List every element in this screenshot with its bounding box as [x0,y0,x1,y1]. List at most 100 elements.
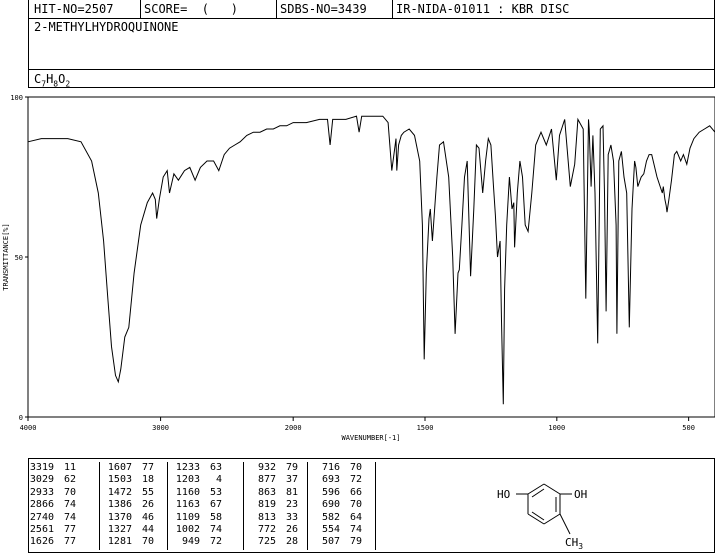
peak-row: 813 33 [250,512,298,524]
x-axis: 4000 3000 2000 1500 1000 500 [20,417,695,432]
peak-transmittance: 72 [209,536,222,548]
peak-row: 1607 77 [106,462,154,474]
peak-row: 1163 67 [174,499,222,511]
peak-transmittance: 26 [141,499,154,511]
peak-transmittance: 74 [349,523,362,535]
peak-wavenumber: 1109 [175,511,200,523]
peak-row: 1327 44 [106,524,154,536]
ring-bond [543,483,561,495]
methyl-subscript: 3 [578,542,583,551]
peak-row: 582 64 [314,512,362,524]
peak-column-divider [307,462,308,550]
ring-bond [527,483,545,495]
peak-transmittance: 70 [349,462,362,473]
peak-row: 3029 62 [28,474,76,486]
peak-row: 3319 11 [28,462,76,474]
peak-wavenumber: 932 [257,462,276,473]
peak-row: 772 26 [250,524,298,536]
peak-table: 3319 11 3029 62 2933 70 2866 74 2740 74 2561 77 1626… [28,462,456,552]
peak-wavenumber: 3029 [29,474,54,486]
y-tick-label: 100 [10,94,23,102]
peak-row: 1626 77 [28,536,76,548]
peak-wavenumber: 1002 [175,523,200,535]
peak-wavenumber: 2740 [29,511,54,523]
peak-column: 716 70 693 72 596 66 690 70 582 64 554 74 507 79 [314,462,362,549]
peak-wavenumber: 716 [321,462,340,473]
peak-wavenumber: 1281 [107,536,132,548]
peak-wavenumber: 596 [321,486,340,498]
peak-wavenumber: 1503 [107,474,132,486]
peak-transmittance: 70 [63,486,76,498]
peak-column-divider [243,462,244,550]
peak-wavenumber: 1472 [107,486,132,498]
hydroxyl-right-label: OH [574,488,587,501]
peak-row: 1386 26 [106,499,154,511]
peak-row: 1109 58 [174,512,222,524]
peak-wavenumber: 507 [321,536,340,548]
peak-wavenumber: 2561 [29,523,54,535]
peak-transmittance: 37 [285,474,298,486]
peak-transmittance: 63 [209,462,222,473]
peak-row: 1160 53 [174,487,222,499]
peak-row: 693 72 [314,474,362,486]
peak-row: 819 23 [250,499,298,511]
peak-row: 1370 46 [106,512,154,524]
peak-row: 690 70 [314,499,362,511]
methyl-carbon: CH [565,536,578,549]
peak-transmittance: 77 [63,536,76,548]
peak-wavenumber: 819 [257,499,276,511]
peak-column: 932 79 877 37 863 81 819 23 813 33 772 26 725 28 [250,462,298,549]
peak-transmittance: 79 [285,462,298,473]
peak-transmittance: 53 [209,486,222,498]
x-tick-label: 1500 [417,424,434,432]
peak-wavenumber: 1160 [175,486,200,498]
peak-column-divider [167,462,168,550]
peak-wavenumber: 1327 [107,523,132,535]
x-tick-label: 500 [682,424,695,432]
peak-wavenumber: 2866 [29,499,54,511]
peak-transmittance: 4 [215,474,222,486]
peak-transmittance: 74 [209,523,222,535]
ring-bond [543,513,561,525]
peak-transmittance: 18 [141,474,154,486]
peak-row: 949 72 [174,536,222,548]
peak-row: 1002 74 [174,524,222,536]
x-tick-label: 4000 [20,424,37,432]
peak-transmittance: 70 [141,536,154,548]
peak-wavenumber: 877 [257,474,276,486]
ir-spectrum-chart: 0 50 100 4000 3000 2000 1500 1000 500 TRANSMITT… [2,94,715,442]
x-tick-label: 2000 [285,424,302,432]
peak-wavenumber: 582 [321,511,340,523]
peak-column: 1233 63 1203 4 1160 53 1163 67 1109 58 1002 74 949 72 [174,462,222,549]
peak-wavenumber: 725 [257,536,276,548]
peak-wavenumber: 3319 [29,462,54,473]
peak-row: 716 70 [314,462,362,474]
peak-transmittance: 77 [141,462,154,473]
peak-transmittance: 55 [141,486,154,498]
peak-row: 932 79 [250,462,298,474]
peak-wavenumber: 949 [181,536,200,548]
peak-row: 877 37 [250,474,298,486]
peak-transmittance: 79 [349,536,362,548]
peak-column-divider [375,462,376,550]
peak-wavenumber: 693 [321,474,340,486]
peak-transmittance: 72 [349,474,362,486]
peak-transmittance: 33 [285,511,298,523]
peak-transmittance: 64 [349,511,362,523]
peak-row: 2933 70 [28,487,76,499]
y-axis-label: TRANSMITTANCE[%] [2,223,10,290]
peak-row: 596 66 [314,487,362,499]
peak-wavenumber: 1203 [175,474,200,486]
peak-row: 2740 74 [28,512,76,524]
hydroxyl-left-label: HO [497,488,510,501]
peak-transmittance: 46 [141,511,154,523]
peak-row: 1503 18 [106,474,154,486]
peak-wavenumber: 554 [321,523,340,535]
peak-transmittance: 67 [209,499,222,511]
peak-wavenumber: 1626 [29,536,54,548]
peak-transmittance: 28 [285,536,298,548]
peak-transmittance: 23 [285,499,298,511]
peak-wavenumber: 772 [257,523,276,535]
peak-wavenumber: 813 [257,511,276,523]
peak-transmittance: 26 [285,523,298,535]
